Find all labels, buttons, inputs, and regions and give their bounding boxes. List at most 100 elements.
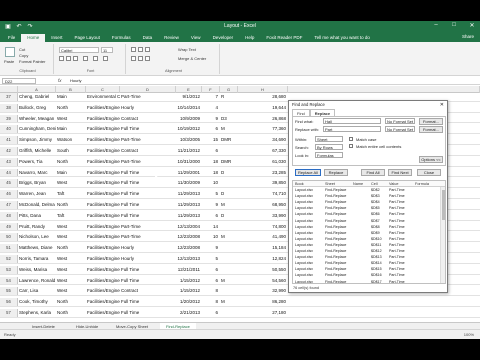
cell[interactable]: Navarro, Marc	[18, 169, 56, 177]
close-icon[interactable]: ✕	[468, 22, 476, 29]
cell[interactable]: McDonald, Delma	[18, 201, 56, 209]
cell[interactable]: Facilities/Enginee	[86, 266, 120, 274]
cell[interactable]: Carr, Lisa	[18, 287, 56, 295]
cell[interactable]: 10/31/2000	[176, 158, 202, 166]
cell[interactable]: 28,680	[238, 93, 288, 101]
cell[interactable]: Full Time	[120, 201, 176, 209]
cell[interactable]: Hourly	[120, 244, 176, 252]
search-select[interactable]: By Rows	[315, 144, 343, 150]
cell[interactable]: 9	[202, 201, 220, 209]
cell[interactable]	[220, 309, 238, 317]
cell[interactable]: 19,644	[238, 104, 288, 112]
cell[interactable]: Main	[56, 169, 86, 177]
cell[interactable]: M	[220, 201, 238, 209]
find-all-button[interactable]: Find All	[361, 169, 385, 176]
cell[interactable]: 8	[202, 298, 220, 306]
cell[interactable]: M	[220, 277, 238, 285]
tab-insert[interactable]: Insert	[45, 34, 68, 42]
cell[interactable]: 12/23/2008	[176, 244, 202, 252]
cell[interactable]: Bullock, Greg	[18, 104, 56, 112]
cell[interactable]: Full Time	[120, 266, 176, 274]
lookin-select[interactable]: Formulas	[315, 152, 343, 158]
cell[interactable]: 14	[202, 223, 220, 231]
paste-button[interactable]: Paste	[4, 59, 14, 64]
cell[interactable]: West	[56, 266, 86, 274]
cell[interactable]: Part-Time	[120, 93, 176, 101]
cell[interactable]: 11/29/2013	[176, 212, 202, 220]
cell[interactable]: Full Time	[120, 277, 176, 285]
minimize-icon[interactable]: –	[432, 22, 440, 29]
tab-review[interactable]: Review	[158, 34, 185, 42]
cell[interactable]: 8	[202, 287, 220, 295]
cell[interactable]: South	[56, 147, 86, 155]
cell[interactable]: Pitts, Dana	[18, 212, 56, 220]
row-number[interactable]: 49	[0, 222, 18, 231]
cell[interactable]: North	[56, 298, 86, 306]
cell[interactable]: Full Time	[120, 298, 176, 306]
cell[interactable]: Facilities/Enginee	[86, 125, 120, 133]
cell[interactable]: DMR	[220, 136, 238, 144]
name-box[interactable]: D22	[2, 78, 36, 84]
cell[interactable]: Cook, Timothy	[18, 298, 56, 306]
cell[interactable]: Watson	[56, 136, 86, 144]
cell[interactable]: Facilities/Enginee	[86, 309, 120, 317]
cell[interactable]: Facilities/Enginee	[86, 223, 120, 231]
tab-find[interactable]: Find	[292, 109, 310, 116]
cell[interactable]: 6	[202, 309, 220, 317]
tab-foxit[interactable]: Foxit Reader PDF	[260, 34, 308, 42]
cell[interactable]: Simpson, Jimmy	[18, 136, 56, 144]
cell[interactable]: 9	[202, 244, 220, 252]
cell[interactable]: D	[220, 169, 238, 177]
cell[interactable]: Briggs, Bryan	[18, 179, 56, 187]
cell[interactable]: 33,990	[238, 212, 288, 220]
cell[interactable]: 10	[202, 233, 220, 241]
cell[interactable]	[220, 244, 238, 252]
row-number[interactable]: 41	[0, 136, 18, 144]
cell[interactable]	[220, 266, 238, 274]
cell[interactable]: Main	[56, 93, 86, 101]
row-number[interactable]: 39	[0, 114, 18, 123]
cell[interactable]	[220, 104, 238, 112]
cell[interactable]: 2/21/2013	[176, 309, 202, 317]
cell[interactable]: Pruitt, Randy	[18, 223, 56, 231]
copy-button[interactable]: Copy	[19, 53, 28, 58]
cell[interactable]: 6	[202, 266, 220, 274]
cell[interactable]: Griffith, Michelle	[18, 147, 56, 155]
cell[interactable]: DMR	[220, 158, 238, 166]
cell[interactable]: Contract	[120, 147, 176, 155]
replace-button[interactable]: Replace	[324, 169, 348, 176]
cell[interactable]: Facilities/Enginee	[86, 201, 120, 209]
cell[interactable]: Taft	[56, 190, 86, 198]
cell[interactable]: Contract	[120, 287, 176, 295]
cell[interactable]: 50,550	[238, 266, 288, 274]
cell[interactable]: Norris, Tamara	[18, 255, 56, 263]
column-header-a[interactable]: A	[18, 86, 56, 93]
cell[interactable]: Taft	[56, 212, 86, 220]
font-size-box[interactable]: 11	[101, 47, 113, 53]
cell[interactable]: Environmental Co	[86, 93, 120, 101]
cell[interactable]: Facilities/Enginee	[86, 169, 120, 177]
select-all-corner[interactable]	[0, 86, 18, 93]
cell[interactable]: Matthews, Diane	[18, 244, 56, 252]
row-number[interactable]: 56	[0, 298, 18, 306]
fill-color-icon[interactable]	[93, 56, 98, 61]
row-number[interactable]: 57	[0, 309, 18, 317]
row-number[interactable]: 53	[0, 265, 18, 274]
row-number[interactable]: 44	[0, 168, 18, 177]
cell[interactable]: 12/21/2011	[176, 266, 202, 274]
cell[interactable]: 12/13/2004	[176, 223, 202, 231]
options-button[interactable]: Options <<	[419, 156, 443, 163]
cell[interactable]: 23,285	[238, 169, 288, 177]
cell[interactable]: 11/21/2012	[176, 147, 202, 155]
cell[interactable]: West	[56, 277, 86, 285]
cell[interactable]: 39,850	[238, 179, 288, 187]
cell[interactable]: 12/13/2013	[176, 255, 202, 263]
cell[interactable]: 12/23/2008	[176, 233, 202, 241]
cell[interactable]: 11/29/2013	[176, 201, 202, 209]
row-number[interactable]: 38	[0, 103, 18, 112]
cell[interactable]: Cheng, Gabriel	[18, 93, 56, 101]
cell[interactable]: North	[56, 201, 86, 209]
cell[interactable]: 6	[202, 147, 220, 155]
cell[interactable]: 15	[202, 136, 220, 144]
cell[interactable]: D	[220, 190, 238, 198]
